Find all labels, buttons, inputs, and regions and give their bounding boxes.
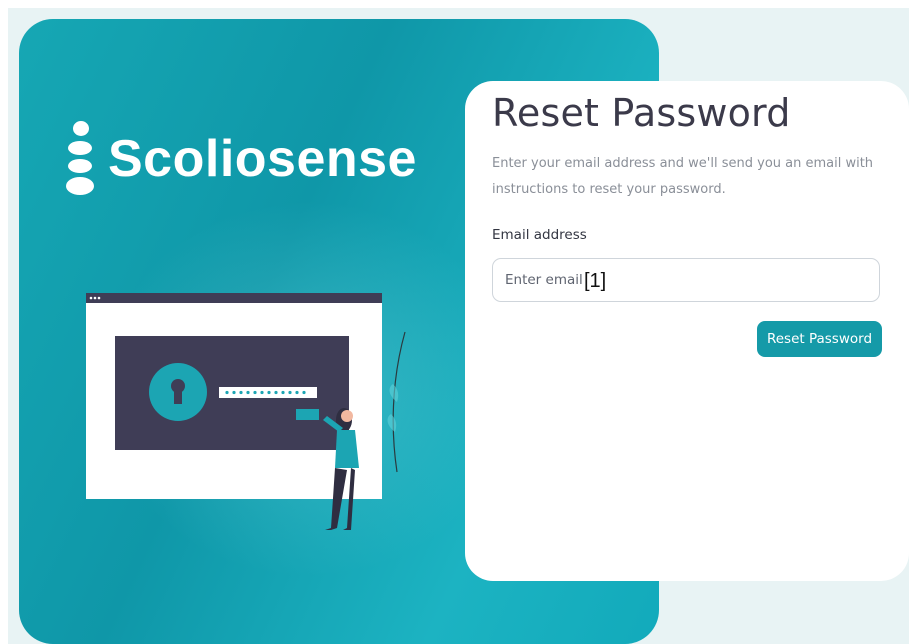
security-illustration — [86, 293, 406, 530]
reset-password-card: Reset Password Enter your email address … — [465, 81, 909, 581]
logo-mark-icon — [64, 121, 96, 197]
brand-logo: Scoliosense — [64, 121, 417, 197]
email-field[interactable] — [492, 258, 880, 302]
keyhole-lock-icon — [149, 363, 207, 421]
reset-password-button[interactable]: Reset Password — [757, 321, 882, 357]
email-label: Email address — [492, 227, 587, 243]
field-marker: [1] — [584, 270, 607, 292]
page-title: Reset Password — [492, 91, 791, 135]
brand-name: Scoliosense — [108, 130, 417, 188]
masked-password-icon — [219, 387, 317, 398]
instructions-text: Enter your email address and we'll send … — [492, 156, 874, 197]
